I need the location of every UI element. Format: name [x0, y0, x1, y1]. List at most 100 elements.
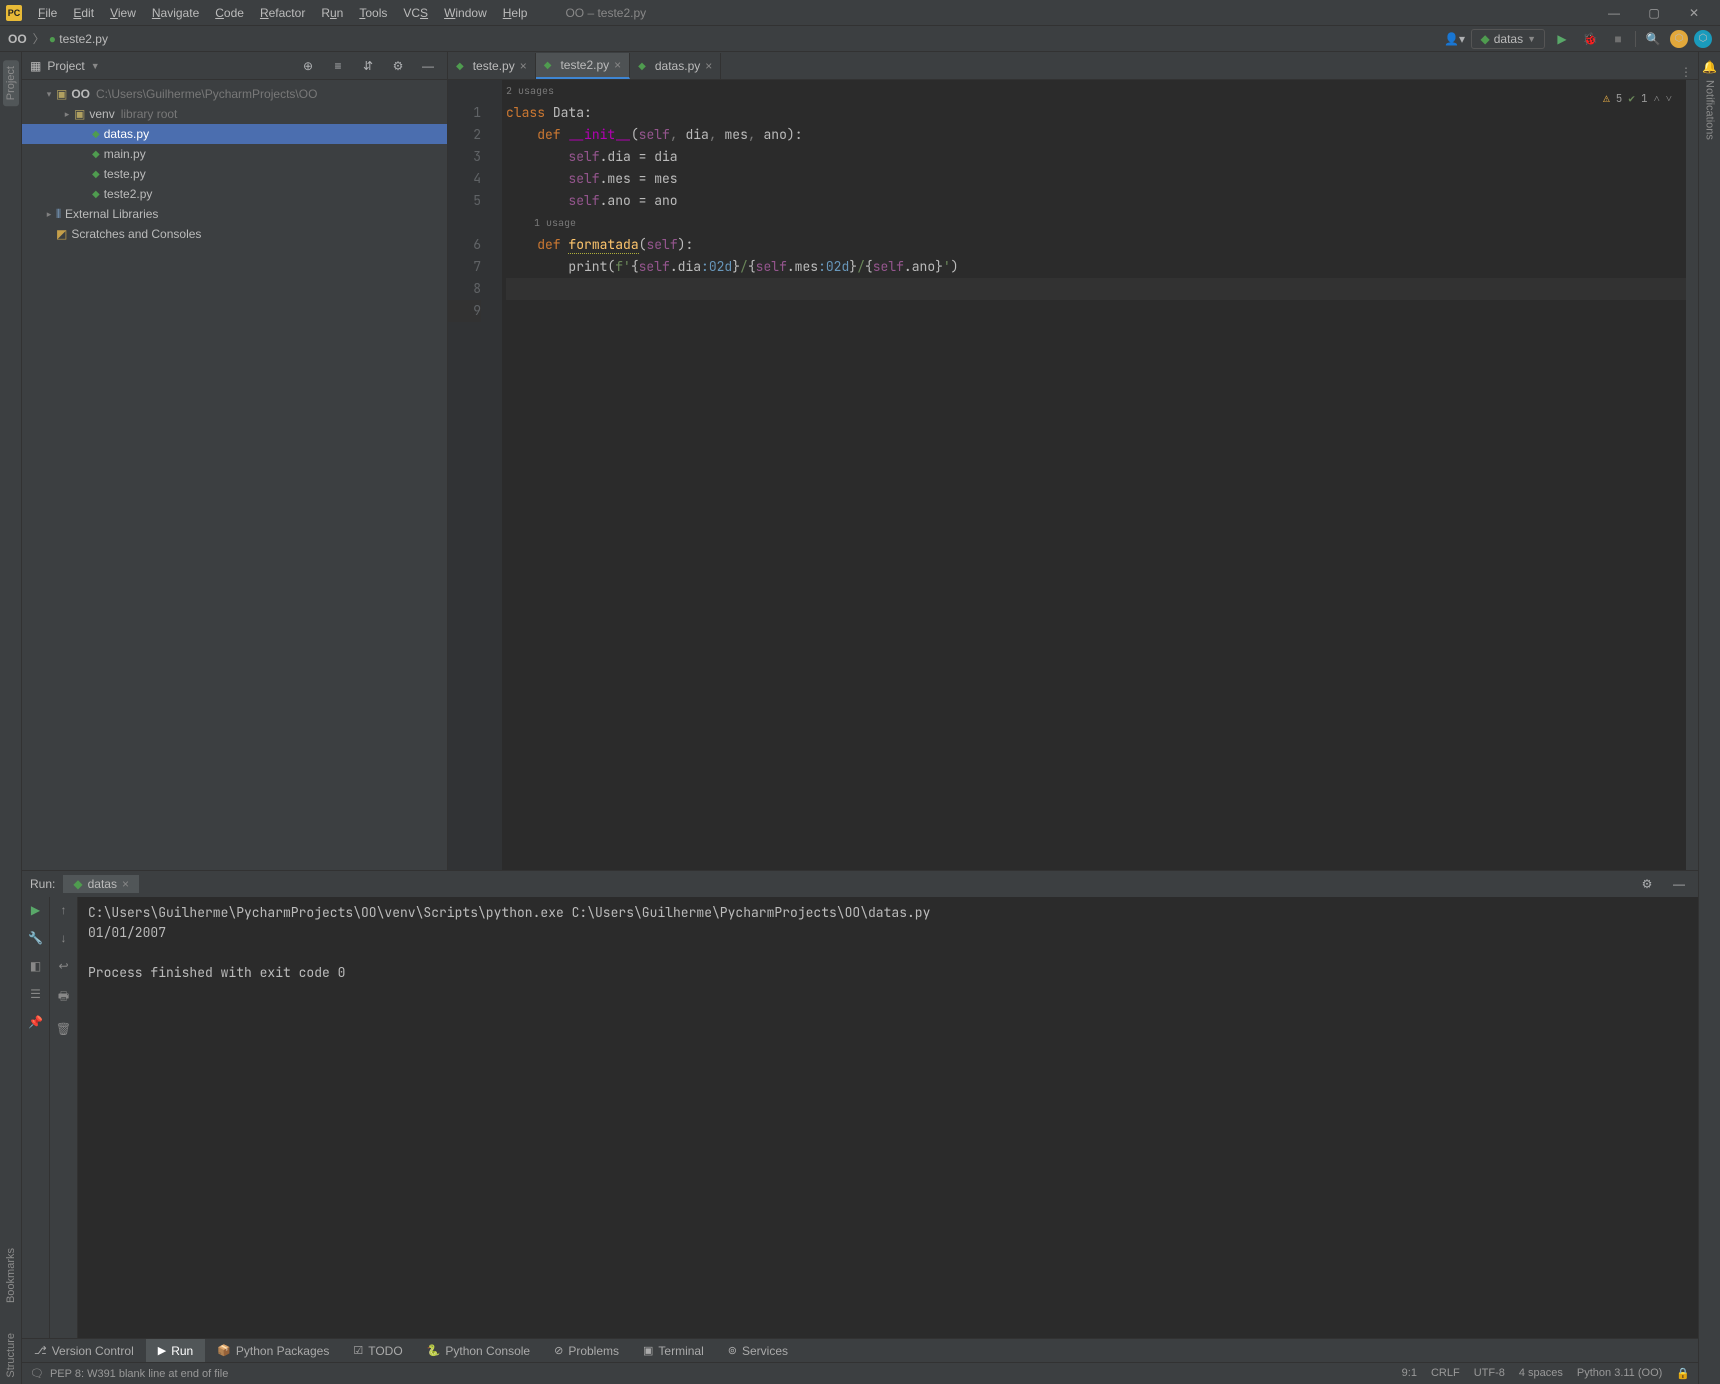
status-sdk[interactable]: Python 3.11 (OO) [1577, 1367, 1662, 1380]
tw-services[interactable]: ⊚Services [716, 1339, 800, 1362]
trash-icon[interactable]: 🗑 [56, 1022, 71, 1036]
tw-run[interactable]: ▶Run [146, 1339, 205, 1362]
breadcrumb-file[interactable]: ● teste2.py [49, 32, 108, 46]
run-tab[interactable]: ◆datas× [63, 875, 139, 893]
window-title: OO – teste2.py [565, 6, 646, 20]
editor-tab[interactable]: ◆datas.py× [630, 53, 721, 79]
down-icon[interactable]: ↓ [61, 931, 67, 945]
tw-python-console[interactable]: 🐍Python Console [415, 1339, 542, 1362]
gear-icon[interactable]: ⚙ [387, 55, 409, 77]
usage-hint[interactable]: 2 usages [506, 80, 554, 102]
chevron-down-icon[interactable]: ▼ [91, 61, 100, 71]
next-problem-icon[interactable]: ˅ [1666, 88, 1672, 110]
close-tab-icon[interactable]: × [614, 58, 621, 72]
menubar: PC File Edit View Navigate Code Refactor… [0, 0, 1720, 26]
status-indent[interactable]: 4 spaces [1519, 1367, 1563, 1380]
lock-icon[interactable]: 🔒 [1676, 1367, 1690, 1380]
structure-toolwindow-button[interactable]: Structure [3, 1327, 19, 1384]
debug-icon[interactable]: 🐞 [1579, 28, 1601, 50]
status-caret[interactable]: 9:1 [1402, 1367, 1417, 1380]
code-with-me-icon[interactable]: ⬡ [1694, 30, 1712, 48]
menu-code[interactable]: Code [207, 0, 252, 26]
menu-vcs[interactable]: VCS [395, 0, 436, 26]
project-toolwindow-button[interactable]: Project [3, 60, 19, 106]
menu-file[interactable]: File [30, 0, 65, 26]
stop-icon[interactable]: ◧ [30, 959, 41, 973]
collapse-all-icon[interactable]: ⇵ [357, 55, 379, 77]
wrench-icon[interactable]: 🔧 [28, 931, 43, 945]
stop-icon[interactable]: ■ [1607, 28, 1629, 50]
minimize-icon[interactable]: — [1594, 0, 1634, 26]
bookmarks-toolwindow-button[interactable]: Bookmarks [3, 1242, 19, 1309]
pin-icon[interactable]: 📌 [28, 1015, 43, 1029]
menu-navigate[interactable]: Navigate [144, 0, 207, 26]
status-encoding[interactable]: UTF-8 [1474, 1367, 1505, 1380]
menu-edit[interactable]: Edit [65, 0, 102, 26]
soft-wrap-icon[interactable]: ↩ [58, 959, 68, 973]
search-icon[interactable]: 🔍 [1642, 28, 1664, 50]
notifications-toolwindow-button[interactable]: Notifications [1702, 74, 1718, 146]
status-linesep[interactable]: CRLF [1431, 1367, 1460, 1380]
status-bar: 🗨PEP 8: W391 blank line at end of file 9… [22, 1362, 1698, 1384]
menu-refactor[interactable]: Refactor [252, 0, 313, 26]
usage-hint[interactable]: 1 usage [506, 212, 1686, 234]
rerun-icon[interactable]: ▶ [31, 903, 40, 917]
tw-todo[interactable]: ☑TODO [341, 1339, 414, 1362]
target-icon[interactable]: ⊕ [297, 55, 319, 77]
close-tab-icon[interactable]: × [705, 59, 712, 73]
tree-file[interactable]: ◆datas.py [22, 124, 447, 144]
status-message[interactable]: 🗨PEP 8: W391 blank line at end of file [30, 1367, 228, 1380]
code-area[interactable]: 2 usages class Data: def __init__(self, … [502, 80, 1686, 870]
run-config[interactable]: ◆datas▼ [1471, 29, 1545, 49]
close-icon[interactable]: ✕ [1674, 0, 1714, 26]
project-dropdown[interactable]: Project [47, 59, 84, 73]
run-sidebar: ▶ 🔧 ◧ ☰ 📌 [22, 897, 50, 1338]
menu-tools[interactable]: Tools [351, 0, 395, 26]
menu-run[interactable]: Run [313, 0, 351, 26]
tree-ext-lib[interactable]: ▸⫴External Libraries [22, 204, 447, 224]
fold-gutter[interactable] [490, 80, 502, 870]
tree-file[interactable]: ◆teste.py [22, 164, 447, 184]
tree-scratches[interactable]: ◩Scratches and Consoles [22, 224, 447, 244]
tw-python-packages[interactable]: 📦Python Packages [205, 1339, 341, 1362]
editor-tab-bar: ◆teste.py× ◆teste2.py× ◆datas.py× ⋮ [448, 52, 1698, 80]
hide-icon[interactable]: — [1668, 873, 1690, 895]
menu-window[interactable]: Window [436, 0, 495, 26]
line-gutter[interactable]: 12345 6789 [448, 80, 490, 870]
tabbar-more-icon[interactable]: ⋮ [1680, 65, 1698, 79]
ide-updates-icon[interactable]: ⬡ [1670, 30, 1688, 48]
editor-tab[interactable]: ◆teste2.py× [536, 53, 630, 79]
tw-problems[interactable]: ⊘Problems [542, 1339, 631, 1362]
breadcrumb-sep: 〉 [33, 30, 45, 47]
print-icon[interactable]: 🖶 [58, 987, 69, 1008]
user-icon[interactable]: 👤▾ [1443, 28, 1465, 50]
tree-venv[interactable]: ▸▣venvlibrary root [22, 104, 447, 124]
menu-view[interactable]: View [102, 0, 144, 26]
problems-widget[interactable]: ⚠5 ✔1 ˄ ˅ [1603, 88, 1672, 110]
run-output[interactable]: C:\Users\Guilherme\PycharmProjects\OO\ve… [78, 897, 1698, 1338]
layout-icon[interactable]: ☰ [30, 987, 41, 1001]
menu-help[interactable]: Help [495, 0, 536, 26]
project-scope-icon[interactable]: ▦ [30, 59, 41, 73]
editor-body[interactable]: 12345 6789 2 usages class Data: def __in… [448, 80, 1698, 870]
hide-icon[interactable]: — [417, 55, 439, 77]
run-toolwindow: Run: ◆datas× ⚙ — ▶ 🔧 ◧ ☰ 📌 [22, 870, 1698, 1338]
notifications-icon[interactable]: 🔔 [1702, 60, 1717, 74]
prev-problem-icon[interactable]: ˄ [1654, 88, 1660, 110]
tw-version-control[interactable]: ⎇Version Control [22, 1339, 146, 1362]
tree-file[interactable]: ◆teste2.py [22, 184, 447, 204]
maximize-icon[interactable]: ▢ [1634, 0, 1674, 26]
run-icon[interactable]: ▶ [1551, 28, 1573, 50]
project-tree[interactable]: ▾▣OOC:\Users\Guilherme\PycharmProjects\O… [22, 80, 447, 870]
gear-icon[interactable]: ⚙ [1636, 873, 1658, 895]
close-tab-icon[interactable]: × [520, 59, 527, 73]
tree-root[interactable]: ▾▣OOC:\Users\Guilherme\PycharmProjects\O… [22, 84, 447, 104]
expand-all-icon[interactable]: ≡ [327, 55, 349, 77]
scroll-stripe[interactable] [1686, 80, 1698, 870]
tw-terminal[interactable]: ▣Terminal [631, 1339, 716, 1362]
editor-panel: ◆teste.py× ◆teste2.py× ◆datas.py× ⋮ 1234… [448, 52, 1698, 870]
breadcrumb-root[interactable]: OO [8, 32, 27, 46]
editor-tab[interactable]: ◆teste.py× [448, 53, 536, 79]
up-icon[interactable]: ↑ [61, 903, 67, 917]
tree-file[interactable]: ◆main.py [22, 144, 447, 164]
